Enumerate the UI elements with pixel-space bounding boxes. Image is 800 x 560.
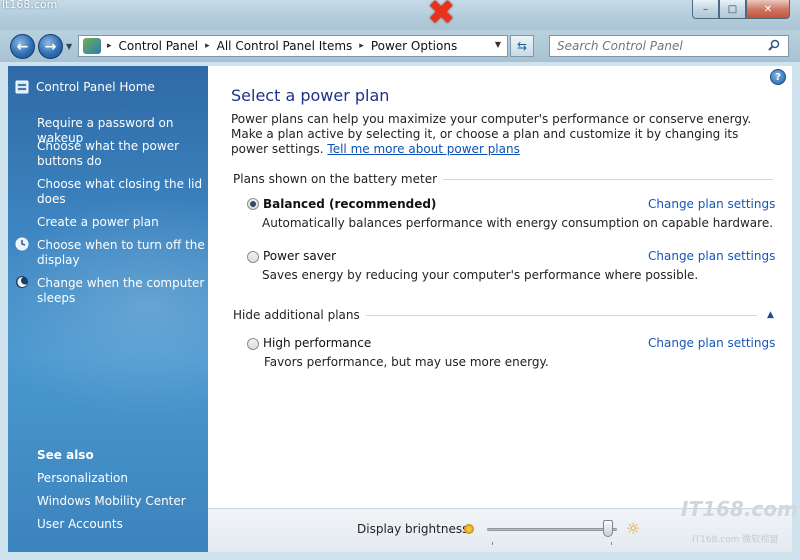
caption-buttons: – □ ✕ (692, 0, 790, 19)
sidebar-item-control-panel-home[interactable]: Control Panel Home (36, 80, 204, 95)
sidebar-item-power-buttons[interactable]: Choose what the power buttons do (37, 139, 205, 169)
breadcrumb-power-options[interactable]: Power Options (371, 39, 457, 53)
close-overlay-icon: ✖ (427, 0, 456, 33)
help-icon[interactable]: ? (770, 69, 786, 85)
plan-name-power-saver[interactable]: Power saver (263, 249, 336, 263)
control-panel-home-icon (15, 80, 29, 94)
breadcrumb-separator[interactable]: ▸ (205, 41, 210, 51)
slider-tick (492, 542, 493, 545)
brightness-label: Display brightness: (357, 522, 473, 536)
plan-desc-power-saver: Saves energy by reducing your computer's… (262, 268, 699, 282)
sidebar-item-mobility-center[interactable]: Windows Mobility Center (37, 494, 205, 509)
see-also-heading: See also (37, 448, 94, 462)
display-off-icon (15, 237, 29, 251)
chevron-up-icon[interactable]: ▲ (767, 310, 774, 320)
plan-desc-high-performance: Favors performance, but may use more ene… (264, 355, 549, 369)
minimize-button[interactable]: – (692, 0, 719, 19)
plan-desc-balanced: Automatically balances performance with … (262, 216, 774, 230)
address-bar[interactable]: ▸ Control Panel ▸ All Control Panel Item… (78, 35, 508, 57)
hide-additional-plans-toggle[interactable]: Hide additional plans (233, 308, 366, 322)
search-box[interactable] (549, 35, 789, 57)
title-bar: it168.com ✖ – □ ✕ (0, 0, 800, 30)
control-panel-icon (83, 38, 101, 54)
sidebar-item-personalization[interactable]: Personalization (37, 471, 205, 486)
dim-brightness-icon (464, 524, 474, 534)
breadcrumb-separator[interactable]: ▸ (107, 41, 112, 51)
plan-radio-power-saver[interactable] (247, 251, 259, 263)
plan-radio-balanced[interactable] (247, 198, 259, 210)
brightness-slider-thumb[interactable] (603, 520, 614, 537)
refresh-button[interactable]: ⇆ (510, 35, 534, 57)
plan-name-high-performance[interactable]: High performance (263, 336, 371, 350)
sidebar-item-computer-sleeps[interactable]: Change when the computer sleeps (37, 276, 205, 306)
bright-sun-icon: ☼ (626, 519, 641, 538)
sidebar-item-closing-lid[interactable]: Choose what closing the lid does (37, 177, 205, 207)
page-title: Select a power plan (231, 86, 390, 105)
forward-button[interactable]: → (38, 34, 63, 59)
recent-pages-dropdown-icon[interactable]: ▼ (66, 42, 72, 51)
breadcrumb-all-items[interactable]: All Control Panel Items (217, 39, 353, 53)
close-button[interactable]: ✕ (746, 0, 790, 19)
brightness-bar: Display brightness: ☼ IT168.com IT168.co… (208, 497, 798, 552)
back-button[interactable]: ← (10, 34, 35, 59)
breadcrumb-separator[interactable]: ▸ (359, 41, 364, 51)
breadcrumb-control-panel[interactable]: Control Panel (119, 39, 199, 53)
sleep-moon-icon (16, 276, 28, 288)
change-plan-settings-high-performance[interactable]: Change plan settings (648, 336, 775, 350)
plan-radio-high-performance[interactable] (247, 338, 259, 350)
brightness-slider-track[interactable] (487, 528, 617, 531)
task-pane: Control Panel Home Require a password on… (8, 66, 208, 552)
intro-text: Power plans can help you maximize your c… (231, 112, 771, 157)
navigation-bar: ← → ▼ ▸ Control Panel ▸ All Control Pane… (0, 30, 800, 62)
plan-name-balanced[interactable]: Balanced (recommended) (263, 197, 436, 211)
watermark-logo: IT168.com (681, 497, 798, 521)
change-plan-settings-power-saver[interactable]: Change plan settings (648, 249, 775, 263)
watermark-subtext: IT168.com 微软视窗 (692, 535, 779, 545)
main-content: ? Select a power plan Power plans can he… (208, 66, 792, 508)
sidebar-item-turn-off-display[interactable]: Choose when to turn off the display (37, 238, 205, 268)
address-dropdown-icon[interactable]: ▼ (495, 40, 501, 49)
slider-tick (611, 542, 612, 545)
change-plan-settings-balanced[interactable]: Change plan settings (648, 197, 775, 211)
search-input[interactable] (550, 36, 760, 56)
watermark-text: it168.com (2, 0, 58, 11)
sidebar-item-create-plan[interactable]: Create a power plan (37, 215, 205, 230)
maximize-button[interactable]: □ (719, 0, 746, 19)
search-icon[interactable] (768, 39, 780, 51)
tell-me-more-link[interactable]: Tell me more about power plans (327, 142, 519, 156)
battery-meter-group-heading: Plans shown on the battery meter (233, 172, 444, 186)
sidebar-item-user-accounts[interactable]: User Accounts (37, 517, 205, 532)
